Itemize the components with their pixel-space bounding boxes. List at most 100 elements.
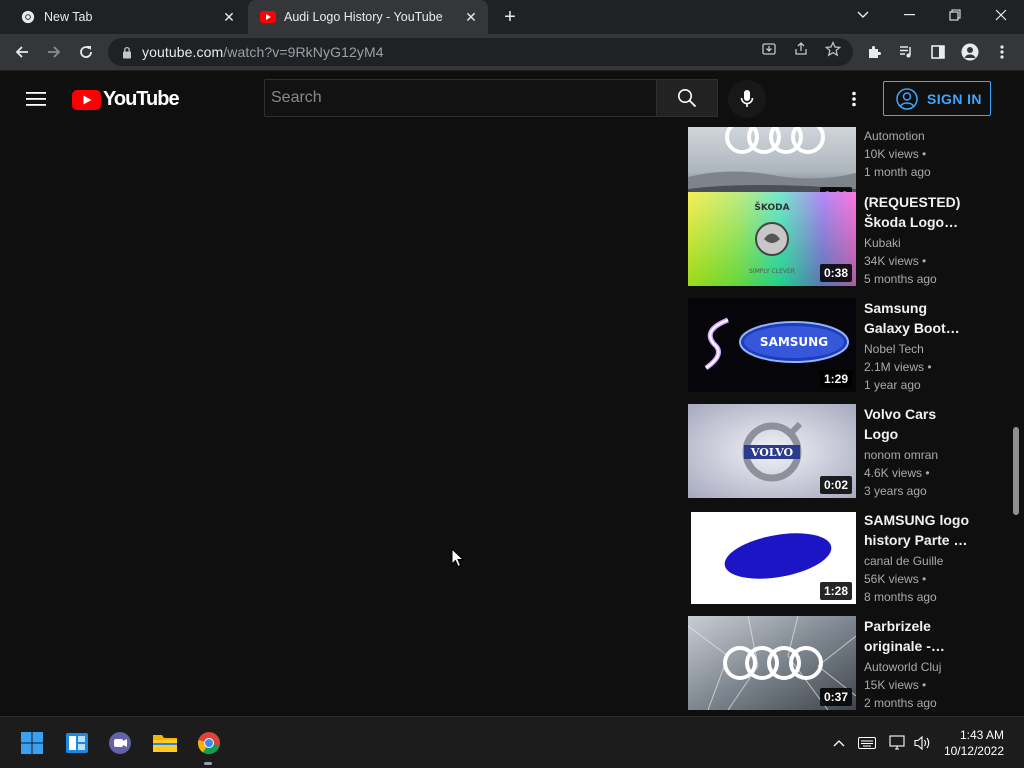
tab-title: New Tab	[44, 10, 93, 24]
clock-time: 1:43 AM	[959, 728, 1004, 742]
keyboard-icon[interactable]	[858, 735, 876, 751]
search-box	[264, 79, 656, 117]
new-tab-button[interactable]: +	[498, 5, 522, 29]
video-thumbnail[interactable]: SAMSUNG 1:29	[688, 298, 856, 392]
video-meta: Samsung Galaxy Boot… Nobel Tech 2.1M vie…	[864, 298, 974, 394]
media-controls-button[interactable]	[894, 40, 918, 64]
search-icon	[678, 89, 697, 108]
close-tab-icon[interactable]: ✕	[462, 8, 480, 26]
youtube-play-logo-icon	[72, 89, 101, 110]
mouse-cursor-icon	[451, 548, 464, 568]
system-clock[interactable]: 1:43 AM 10/12/2022	[944, 727, 1004, 759]
channel-name[interactable]: nonom omran	[864, 446, 974, 464]
video-thumbnail[interactable]: ŠKODA SIMPLY CLEVER 0:38	[688, 192, 856, 286]
channel-name[interactable]: Nobel Tech	[864, 340, 974, 358]
video-title[interactable]: Samsung Galaxy Boot…	[864, 298, 974, 338]
bookmark-star-icon[interactable]	[824, 40, 842, 58]
recommendation-item[interactable]: SAMSUNG 1:29 Samsung Galaxy Boot… Nobel …	[688, 298, 988, 392]
settings-more-button[interactable]	[842, 87, 866, 111]
video-title[interactable]: Volvo Cars Logo	[864, 404, 974, 444]
channel-name[interactable]: Kubaki	[864, 234, 974, 252]
arrow-right-icon	[48, 46, 61, 58]
video-title[interactable]: SAMSUNG logo history Parte …	[864, 510, 974, 550]
video-thumbnail[interactable]: 0:37	[688, 616, 856, 710]
youtube-icon	[260, 9, 276, 25]
skoda-tagline-text: SIMPLY CLEVER	[749, 268, 795, 275]
account-circle-icon	[896, 87, 918, 110]
volvo-thumb-text: VOLVO	[750, 446, 794, 459]
watch-page-content: 0:33 Automotion 10K views • 1 month ago …	[0, 127, 1024, 716]
channel-name[interactable]: canal de Guille	[864, 552, 974, 570]
video-meta: Automotion 10K views • 1 month ago	[864, 127, 974, 181]
chevron-up-icon	[833, 740, 845, 747]
minimize-button[interactable]	[886, 0, 932, 30]
tab-search-button[interactable]	[840, 0, 886, 30]
restore-icon	[949, 9, 961, 21]
page-scrollbar[interactable]	[1013, 427, 1019, 515]
url-text: youtube.com/watch?v=9RkNyG12yM4	[142, 44, 384, 60]
arrow-left-icon	[15, 46, 28, 58]
url-path: /watch?v=9RkNyG12yM4	[223, 44, 384, 60]
view-count: 2.1M views •	[864, 360, 932, 374]
reload-button[interactable]	[74, 40, 98, 64]
video-duration: 1:28	[819, 582, 852, 600]
search-input[interactable]	[265, 88, 643, 108]
clock-date: 10/12/2022	[943, 744, 1004, 758]
tab-title: Audi Logo History - YouTube	[284, 10, 443, 24]
network-icon[interactable]	[889, 735, 907, 751]
forward-button[interactable]	[42, 40, 66, 64]
extensions-button[interactable]	[862, 40, 886, 64]
youtube-logo[interactable]: YouTube	[72, 88, 180, 111]
playlist-music-icon	[900, 46, 911, 58]
microphone-icon	[740, 90, 754, 107]
guide-menu-button[interactable]	[24, 87, 48, 111]
sign-in-label: SIGN IN	[927, 90, 982, 107]
search-button[interactable]	[656, 79, 718, 117]
restore-button[interactable]	[932, 0, 978, 30]
side-panel-button[interactable]	[926, 40, 950, 64]
tab-audi-logo-history[interactable]: Audi Logo History - YouTube ✕	[248, 0, 488, 34]
youtube-wordmark: YouTube	[103, 88, 180, 110]
video-title[interactable]: Parbrizele originale -…	[864, 616, 974, 656]
more-vertical-icon	[852, 91, 856, 107]
video-thumbnail[interactable]: 1:28	[688, 510, 856, 604]
start-button[interactable]	[18, 729, 46, 757]
voice-search-button[interactable]	[728, 80, 766, 118]
close-tab-icon[interactable]: ✕	[220, 8, 238, 26]
browser-toolbar: youtube.com/watch?v=9RkNyG12yM4	[0, 34, 1024, 71]
sign-in-button[interactable]: SIGN IN	[883, 81, 991, 116]
widgets-button[interactable]	[63, 729, 91, 757]
address-bar[interactable]: youtube.com/watch?v=9RkNyG12yM4	[108, 38, 853, 66]
recommendation-item[interactable]: ŠKODA SIMPLY CLEVER 0:38 (REQUESTED) Ško…	[688, 192, 988, 286]
recommendation-item[interactable]: VOLVO 0:02 Volvo Cars Logo nonom omran 4…	[688, 404, 988, 498]
recommendation-item[interactable]: 0:37 Parbrizele originale -… Autoworld C…	[688, 616, 988, 710]
volume-icon[interactable]	[913, 735, 931, 751]
channel-name[interactable]: Autoworld Cluj	[864, 658, 974, 676]
show-hidden-icons-button[interactable]	[830, 735, 848, 751]
skoda-thumb-text: ŠKODA	[754, 201, 789, 213]
tab-new-tab[interactable]: New Tab ✕	[8, 0, 246, 34]
windows-taskbar: 1:43 AM 10/12/2022	[0, 716, 1024, 768]
view-count: 15K views •	[864, 678, 927, 692]
share-icon[interactable]	[792, 40, 810, 58]
recommendation-item[interactable]: 1:28 SAMSUNG logo history Parte … canal …	[688, 510, 988, 604]
chrome-menu-button[interactable]	[990, 40, 1014, 64]
close-window-button[interactable]	[978, 0, 1024, 30]
channel-name[interactable]: Automotion	[864, 127, 974, 145]
minimize-icon	[903, 14, 915, 16]
chrome-taskbar-button[interactable]	[195, 729, 223, 757]
video-meta: Volvo Cars Logo nonom omran 4.6K views •…	[864, 404, 974, 500]
video-thumbnail[interactable]: VOLVO 0:02	[688, 404, 856, 498]
video-title[interactable]: (REQUESTED) Škoda Logo…	[864, 192, 974, 232]
running-indicator	[204, 762, 212, 765]
video-duration: 0:02	[819, 476, 852, 494]
teams-chat-button[interactable]	[106, 729, 134, 757]
back-button[interactable]	[10, 40, 34, 64]
file-explorer-button[interactable]	[151, 729, 179, 757]
profile-button[interactable]	[958, 40, 982, 64]
video-meta: (REQUESTED) Škoda Logo… Kubaki 34K views…	[864, 192, 974, 288]
profile-icon	[961, 43, 979, 61]
upload-age: 1 month ago	[864, 165, 931, 179]
install-app-icon[interactable]	[760, 40, 778, 58]
upload-age: 8 months ago	[864, 590, 937, 604]
